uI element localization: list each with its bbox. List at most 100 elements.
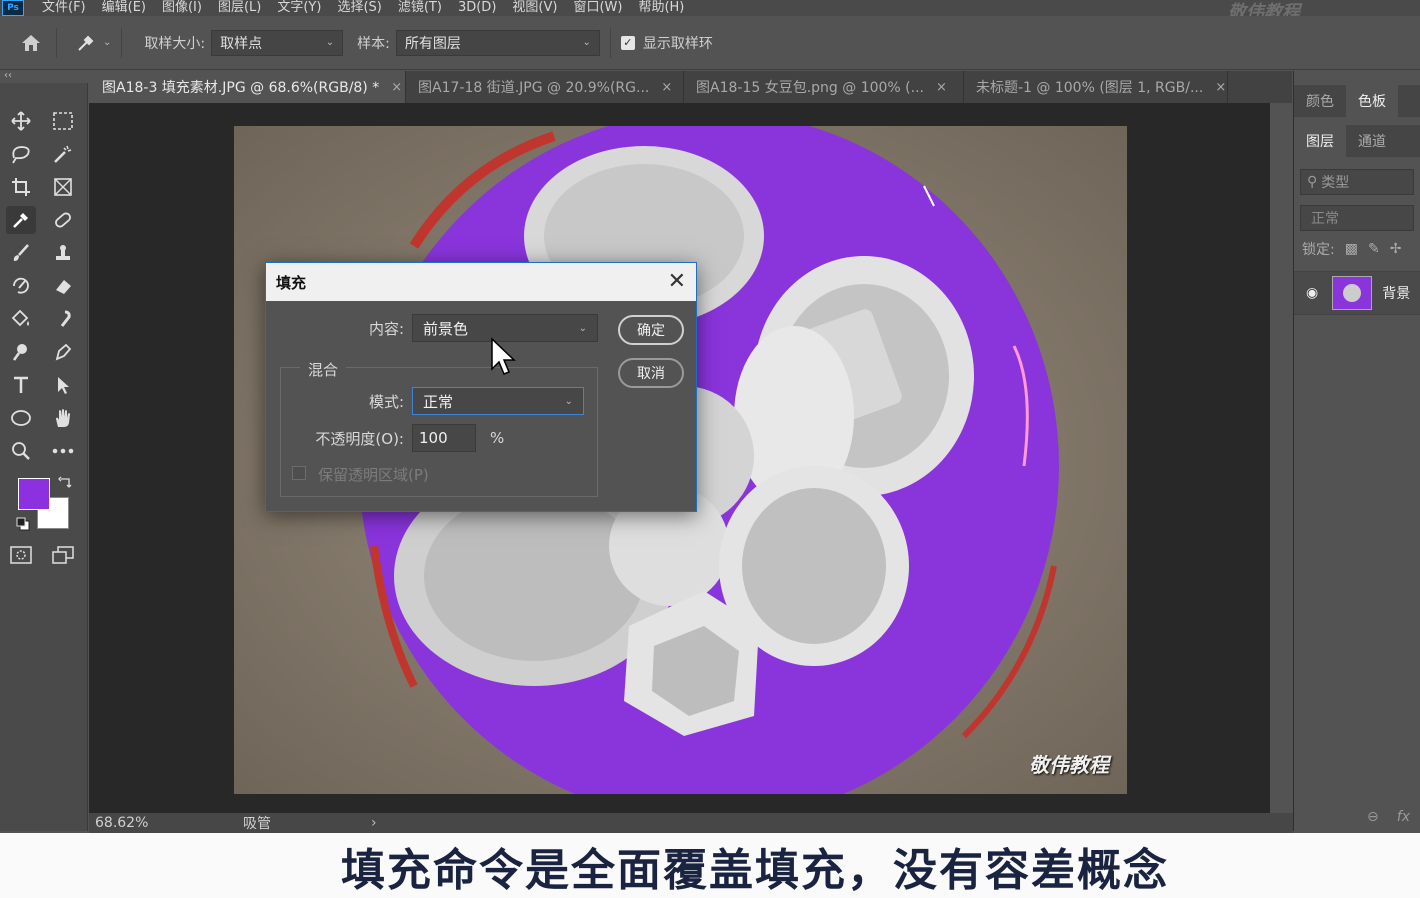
- layer-filter-placeholder: 类型: [1321, 175, 1350, 191]
- layer-name[interactable]: 背景: [1382, 283, 1410, 303]
- show-ring-label: 显示取样环: [642, 35, 713, 52]
- sample-size-label: 取样大小:: [144, 35, 206, 52]
- blend-group-label: 混合: [300, 359, 347, 380]
- lock-transparent-icon[interactable]: ▩: [1345, 241, 1358, 257]
- menu-layer[interactable]: 图层(L): [218, 1, 261, 15]
- tab-document-2[interactable]: 图A17-18 街道.JPG @ 20.9%(RG... ×: [406, 71, 684, 103]
- preserve-transparency-label: 保留透明区域(P): [318, 466, 429, 484]
- sample-label: 样本:: [357, 35, 390, 52]
- menu-select[interactable]: 选择(S): [337, 1, 381, 15]
- lock-pixels-icon[interactable]: ✎: [1368, 241, 1380, 257]
- layer-row-background[interactable]: ◉ 背景: [1294, 271, 1420, 315]
- video-subtitle: 填充命令是全面覆盖填充，没有容差概念: [0, 833, 1420, 898]
- marquee-tool-icon[interactable]: [48, 107, 78, 135]
- tab-label: 未标题-1 @ 100% (图层 1, RGB/...: [976, 80, 1204, 96]
- menu-edit[interactable]: 编辑(E): [102, 1, 146, 15]
- swap-colors-icon[interactable]: [58, 476, 72, 490]
- show-ring-checkbox[interactable]: ✓: [620, 35, 635, 50]
- move-tool-icon[interactable]: [6, 107, 36, 135]
- ok-button[interactable]: 确定: [618, 315, 684, 345]
- close-icon[interactable]: ✕: [668, 269, 686, 294]
- menu-file[interactable]: 文件(F): [42, 1, 86, 15]
- default-colors-icon[interactable]: [16, 517, 30, 531]
- dodge-tool-icon[interactable]: [6, 338, 36, 366]
- cancel-button[interactable]: 取消: [618, 358, 684, 388]
- menu-bar: Ps 文件(F) 编辑(E) 图像(I) 图层(L) 文字(Y) 选择(S) 滤…: [0, 0, 1420, 16]
- chevron-down-icon: ⌄: [582, 37, 591, 48]
- zoom-level[interactable]: 68.62%: [95, 815, 155, 831]
- tab-channels[interactable]: 通道: [1346, 125, 1398, 157]
- eraser-tool-icon[interactable]: [48, 272, 78, 300]
- tab-document-3[interactable]: 图A18-15 女豆包.png @ 100% (... ×: [684, 71, 964, 103]
- status-expand-icon[interactable]: ›: [371, 815, 377, 831]
- right-panels: 颜色 色板 图层 通道 ⚲ 类型 正常 锁定: ▩ ✎ ✢ ◉ 背景 ⊖ fx: [1293, 71, 1420, 831]
- brand-watermark: 敬伟教程: [1228, 2, 1300, 16]
- sample-select[interactable]: 所有图层 ⌄: [395, 29, 600, 56]
- lasso-tool-icon[interactable]: [6, 140, 36, 168]
- sample-size-select[interactable]: 取样点 ⌄: [211, 29, 344, 56]
- brush-tool-icon[interactable]: [6, 239, 36, 267]
- healing-brush-icon[interactable]: [48, 206, 78, 234]
- chevron-down-icon: ⌄: [325, 37, 335, 48]
- quick-mask-icon[interactable]: [6, 541, 36, 569]
- zoom-tool-icon[interactable]: [6, 437, 36, 465]
- foreground-color-swatch[interactable]: [18, 478, 50, 510]
- dialog-titlebar: 填充 ✕: [266, 263, 696, 301]
- fx-icon[interactable]: fx: [1397, 809, 1410, 825]
- paint-bucket-icon[interactable]: [6, 305, 36, 333]
- menu-view[interactable]: 视图(V): [512, 1, 557, 15]
- tab-color[interactable]: 颜色: [1294, 85, 1346, 117]
- opacity-label: 不透明度(O):: [315, 430, 404, 448]
- chevron-down-icon[interactable]: ⌄: [103, 37, 111, 48]
- tab-swatches[interactable]: 色板: [1346, 85, 1398, 117]
- mode-label: 模式:: [368, 393, 404, 411]
- ellipse-tool-icon[interactable]: [6, 404, 36, 432]
- color-panel-tabs: 颜色 色板: [1294, 85, 1420, 117]
- close-icon[interactable]: ×: [1215, 80, 1226, 95]
- menu-3d[interactable]: 3D(D): [458, 1, 496, 15]
- mouse-cursor-icon: [490, 337, 516, 381]
- lock-position-icon[interactable]: ✢: [1390, 241, 1402, 257]
- blend-mode-select[interactable]: 正常: [1300, 205, 1414, 231]
- eyedropper-preset-icon[interactable]: ⌄: [75, 32, 111, 54]
- stamp-tool-icon[interactable]: [48, 239, 78, 267]
- tab-layers[interactable]: 图层: [1294, 125, 1346, 157]
- eyedropper-tool-icon[interactable]: [6, 206, 36, 234]
- lock-label: 锁定:: [1302, 242, 1335, 258]
- mode-select[interactable]: 正常 ⌄: [412, 387, 584, 415]
- menu-image[interactable]: 图像(I): [162, 1, 202, 15]
- menu-type[interactable]: 文字(Y): [277, 1, 321, 15]
- options-bar: ⌄ 取样大小: 取样点 ⌄ 样本: 所有图层 ⌄ ✓ 显示取样环: [0, 16, 1420, 70]
- layers-panel-tabs: 图层 通道: [1294, 125, 1420, 157]
- menu-filter[interactable]: 滤镜(T): [398, 1, 442, 15]
- tab-document-1[interactable]: 图A18-3 填充素材.JPG @ 68.6%(RGB/8) * ×: [90, 71, 406, 103]
- crop-tool-icon[interactable]: [6, 173, 36, 201]
- more-tools-icon[interactable]: [48, 437, 78, 465]
- history-brush-icon[interactable]: [6, 272, 36, 300]
- home-icon[interactable]: [16, 28, 46, 58]
- preserve-transparency-checkbox[interactable]: [292, 466, 306, 480]
- tab-document-4[interactable]: 未标题-1 @ 100% (图层 1, RGB/... ×: [964, 71, 1228, 103]
- sample-value: 所有图层: [404, 35, 461, 52]
- menu-help[interactable]: 帮助(H): [638, 1, 684, 15]
- type-tool-icon[interactable]: [6, 371, 36, 399]
- layer-filter-input[interactable]: ⚲ 类型: [1300, 169, 1414, 195]
- menu-window[interactable]: 窗口(W): [573, 1, 622, 15]
- close-icon[interactable]: ×: [936, 80, 947, 95]
- lock-row: 锁定: ▩ ✎ ✢: [1302, 239, 1420, 259]
- close-icon[interactable]: ×: [661, 80, 672, 95]
- pen-tool-icon[interactable]: [48, 338, 78, 366]
- link-layers-icon[interactable]: ⊖: [1367, 809, 1379, 825]
- current-tool-status: 吸管: [243, 816, 271, 832]
- opacity-input[interactable]: 100: [412, 424, 476, 452]
- hand-tool-icon[interactable]: [48, 404, 78, 432]
- photoshop-logo: Ps: [2, 0, 24, 16]
- magic-wand-icon[interactable]: [48, 140, 78, 168]
- screen-mode-icon[interactable]: [48, 541, 78, 569]
- eye-icon[interactable]: ◉: [1306, 285, 1318, 301]
- close-icon[interactable]: ×: [391, 80, 402, 95]
- collapse-toolbar-icon[interactable]: ‹‹: [4, 70, 12, 81]
- frame-tool-icon[interactable]: [48, 173, 78, 201]
- smudge-tool-icon[interactable]: [48, 305, 78, 333]
- path-select-icon[interactable]: [48, 371, 78, 399]
